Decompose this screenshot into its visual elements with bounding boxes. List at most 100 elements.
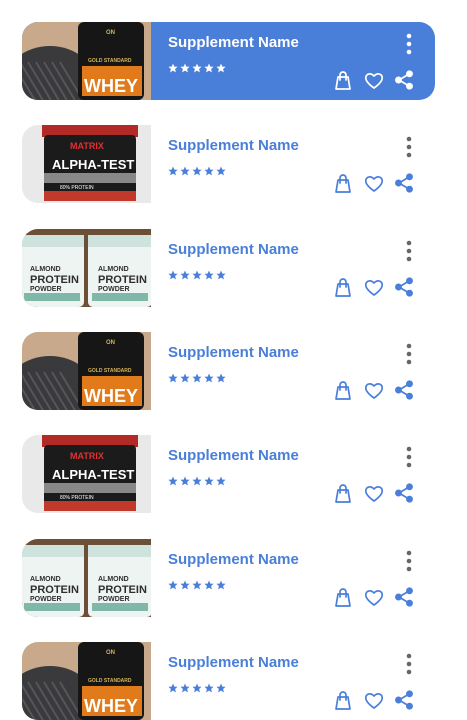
star-icon <box>180 370 190 388</box>
star-icon <box>168 577 178 595</box>
product-card[interactable]: ALMOND PROTEIN POWDER ALMOND PROTEIN POWDER Su… <box>22 539 435 617</box>
svg-text:ON: ON <box>106 650 115 656</box>
product-name[interactable]: Supplement Name <box>168 551 299 568</box>
star-rating <box>168 680 228 693</box>
share-icon[interactable] <box>393 482 415 504</box>
star-rating <box>168 267 228 280</box>
svg-text:ON: ON <box>106 30 115 36</box>
heart-icon[interactable] <box>363 482 385 504</box>
product-name[interactable]: Supplement Name <box>168 447 299 464</box>
star-icon <box>204 267 214 285</box>
svg-text:ALMOND: ALMOND <box>30 576 61 583</box>
product-name[interactable]: Supplement Name <box>168 654 299 671</box>
share-icon[interactable] <box>393 586 415 608</box>
svg-text:ON: ON <box>106 340 115 346</box>
product-card[interactable]: MATRIX ALPHA-TEST 80% PROTEIN Supplement Na… <box>22 435 435 513</box>
svg-text:80% PROTEIN: 80% PROTEIN <box>60 495 94 501</box>
product-card[interactable]: GOLD STANDARD WHEY ON Supplement Name <box>22 332 435 410</box>
star-icon <box>216 577 226 595</box>
heart-icon[interactable] <box>363 172 385 194</box>
product-image[interactable]: GOLD STANDARD WHEY ON <box>22 642 151 720</box>
svg-text:WHEY: WHEY <box>84 386 138 406</box>
star-icon <box>192 577 202 595</box>
svg-text:GOLD STANDARD: GOLD STANDARD <box>88 368 132 374</box>
product-name[interactable]: Supplement Name <box>168 34 299 51</box>
shopping-bag-icon[interactable] <box>332 482 354 504</box>
heart-icon[interactable] <box>363 689 385 711</box>
shopping-bag-icon[interactable] <box>332 276 354 298</box>
svg-text:PROTEIN: PROTEIN <box>98 274 147 286</box>
product-image[interactable]: ALMOND PROTEIN POWDER ALMOND PROTEIN POWDER <box>22 229 151 307</box>
star-icon <box>180 267 190 285</box>
star-icon <box>180 163 190 181</box>
product-name[interactable]: Supplement Name <box>168 137 299 154</box>
star-icon <box>204 577 214 595</box>
star-rating <box>168 370 228 383</box>
svg-text:ALMOND: ALMOND <box>98 266 129 273</box>
star-icon <box>192 267 202 285</box>
star-icon <box>168 473 178 491</box>
svg-text:80% PROTEIN: 80% PROTEIN <box>60 185 94 191</box>
more-vertical-icon[interactable] <box>404 33 414 55</box>
star-icon <box>168 680 178 698</box>
share-icon[interactable] <box>393 379 415 401</box>
product-card[interactable]: GOLD STANDARD WHEY ON Supplement Name <box>22 642 435 720</box>
svg-text:PROTEIN: PROTEIN <box>30 274 79 286</box>
star-rating <box>168 60 228 73</box>
svg-text:ALMOND: ALMOND <box>30 266 61 273</box>
more-vertical-icon[interactable] <box>404 136 414 158</box>
heart-icon[interactable] <box>363 586 385 608</box>
product-image[interactable]: MATRIX ALPHA-TEST 80% PROTEIN <box>22 435 151 513</box>
product-card[interactable]: MATRIX ALPHA-TEST 80% PROTEIN Supplement Na… <box>22 125 435 203</box>
star-icon <box>192 370 202 388</box>
product-card[interactable]: GOLD STANDARD WHEY ON Supplement Name <box>22 22 435 100</box>
svg-text:ALPHA-TEST: ALPHA-TEST <box>52 157 134 172</box>
shopping-bag-icon[interactable] <box>332 172 354 194</box>
product-card[interactable]: ALMOND PROTEIN POWDER ALMOND PROTEIN POWDER Su… <box>22 229 435 307</box>
star-icon <box>216 267 226 285</box>
star-icon <box>204 163 214 181</box>
svg-text:MATRIX: MATRIX <box>70 141 104 151</box>
shopping-bag-icon[interactable] <box>332 689 354 711</box>
heart-icon[interactable] <box>363 69 385 91</box>
star-icon <box>192 680 202 698</box>
svg-text:ALMOND: ALMOND <box>98 576 129 583</box>
star-icon <box>168 60 178 78</box>
product-image[interactable]: ALMOND PROTEIN POWDER ALMOND PROTEIN POWDER <box>22 539 151 617</box>
shopping-bag-icon[interactable] <box>332 379 354 401</box>
shopping-bag-icon[interactable] <box>332 586 354 608</box>
share-icon[interactable] <box>393 689 415 711</box>
share-icon[interactable] <box>393 172 415 194</box>
share-icon[interactable] <box>393 276 415 298</box>
star-icon <box>168 267 178 285</box>
share-icon[interactable] <box>393 69 415 91</box>
more-vertical-icon[interactable] <box>404 446 414 468</box>
product-image[interactable]: GOLD STANDARD WHEY ON <box>22 332 151 410</box>
star-icon <box>216 60 226 78</box>
shopping-bag-icon[interactable] <box>332 69 354 91</box>
heart-icon[interactable] <box>363 276 385 298</box>
svg-text:PROTEIN: PROTEIN <box>98 584 147 596</box>
product-name[interactable]: Supplement Name <box>168 241 299 258</box>
product-name[interactable]: Supplement Name <box>168 344 299 361</box>
svg-text:POWDER: POWDER <box>30 596 62 603</box>
product-list: GOLD STANDARD WHEY ON Supplement Name MATRIX… <box>0 0 467 720</box>
star-icon <box>216 680 226 698</box>
svg-text:MATRIX: MATRIX <box>70 451 104 461</box>
heart-icon[interactable] <box>363 379 385 401</box>
star-icon <box>192 60 202 78</box>
star-icon <box>192 163 202 181</box>
more-vertical-icon[interactable] <box>404 550 414 572</box>
svg-text:WHEY: WHEY <box>84 696 138 716</box>
more-vertical-icon[interactable] <box>404 653 414 675</box>
product-image[interactable]: GOLD STANDARD WHEY ON <box>22 22 151 100</box>
star-rating <box>168 577 228 590</box>
svg-text:WHEY: WHEY <box>84 76 138 96</box>
star-icon <box>216 473 226 491</box>
star-icon <box>168 163 178 181</box>
svg-text:PROTEIN: PROTEIN <box>30 584 79 596</box>
more-vertical-icon[interactable] <box>404 240 414 262</box>
product-image[interactable]: MATRIX ALPHA-TEST 80% PROTEIN <box>22 125 151 203</box>
svg-text:GOLD STANDARD: GOLD STANDARD <box>88 58 132 64</box>
more-vertical-icon[interactable] <box>404 343 414 365</box>
